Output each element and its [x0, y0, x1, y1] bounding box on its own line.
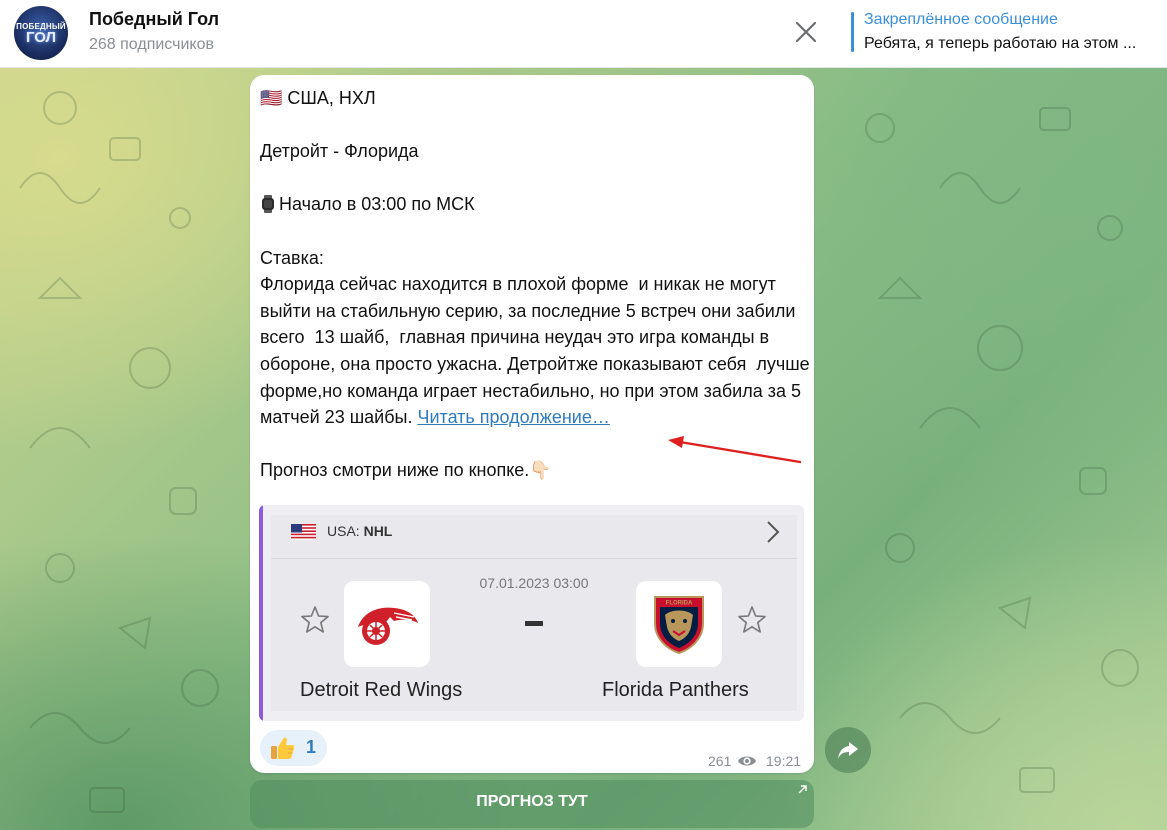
eye-icon [738, 756, 756, 766]
favorite-star-icon-home[interactable] [299, 604, 331, 636]
external-link-icon [798, 785, 807, 794]
avatar-text-bottom: ГОЛ [25, 28, 57, 46]
preview-image: USA: NHL 07.01.2023 03:00 FLORIDA Detroi… [271, 515, 797, 711]
florida-logo-text: FLORIDA [666, 601, 693, 607]
league-country: USA: [327, 523, 360, 539]
message-body: Флорида сейчас находится в плохой форме … [260, 274, 815, 428]
away-team-name: Florida Panthers [602, 679, 749, 701]
channel-avatar[interactable]: ПОБЕДНЫЙ ГОЛ [14, 6, 68, 60]
message-forecast-line: Прогноз смотри ниже по кнопке. [260, 460, 530, 481]
share-arrow-icon [838, 742, 858, 759]
chevron-right-icon[interactable] [765, 519, 781, 545]
message-time: 19:21 [766, 753, 802, 769]
close-icon[interactable] [790, 16, 822, 48]
share-button[interactable] [825, 727, 871, 773]
view-count: 261 [708, 753, 732, 769]
forecast-button-label: ПРОГНОЗ ТУТ [476, 793, 588, 810]
forecast-inline-button[interactable]: ПРОГНОЗ ТУТ [250, 780, 814, 828]
chat-header: ПОБЕДНЫЙ ГОЛ Победный Гол 268 подписчико… [0, 0, 1167, 68]
league-label: USA: NHL [327, 523, 392, 539]
preview-accent-bar [259, 505, 263, 721]
league-name: NHL [363, 523, 393, 539]
pinned-message-title[interactable]: Закреплённое сообщение [864, 11, 1058, 29]
read-more-link[interactable]: Читать продолжение… [417, 407, 609, 427]
thumbs-up-icon [271, 737, 295, 759]
favorite-star-icon-away[interactable] [736, 604, 768, 636]
message-start-line: Начало в 03:00 по МСК [279, 194, 475, 215]
message-match-line: Детройт - Флорида [260, 141, 419, 162]
watch-icon [262, 195, 274, 214]
reaction-count: 1 [306, 737, 317, 757]
detroit-red-wings-logo [344, 581, 430, 667]
home-team-name: Detroit Red Wings [300, 679, 463, 701]
pointing-down-emoji: 👇🏻 [529, 460, 552, 481]
pinned-message-text[interactable]: Ребята, я теперь работаю на этом ... [864, 35, 1160, 53]
florida-panthers-logo: FLORIDA [636, 581, 722, 667]
league-row: USA: NHL [271, 515, 797, 559]
link-preview-card[interactable]: USA: NHL 07.01.2023 03:00 FLORIDA Detroi… [259, 505, 804, 721]
pinned-indicator-bar [851, 12, 854, 52]
reaction-chip[interactable]: 1 [260, 730, 327, 766]
us-flag-icon [291, 524, 316, 540]
message-league-line: 🇺🇸 США, НХЛ [260, 88, 376, 108]
message-bet-label: Ставка: [260, 247, 324, 268]
message-text: 🇺🇸 США, НХЛ Детройт - Флорида Начало в 0… [260, 85, 810, 484]
score-separator [525, 621, 543, 626]
message-bubble[interactable]: 🇺🇸 США, НХЛ Детройт - Флорида Начало в 0… [250, 75, 814, 773]
channel-title[interactable]: Победный Гол [89, 9, 219, 30]
subscriber-count: 268 подписчиков [89, 36, 214, 53]
